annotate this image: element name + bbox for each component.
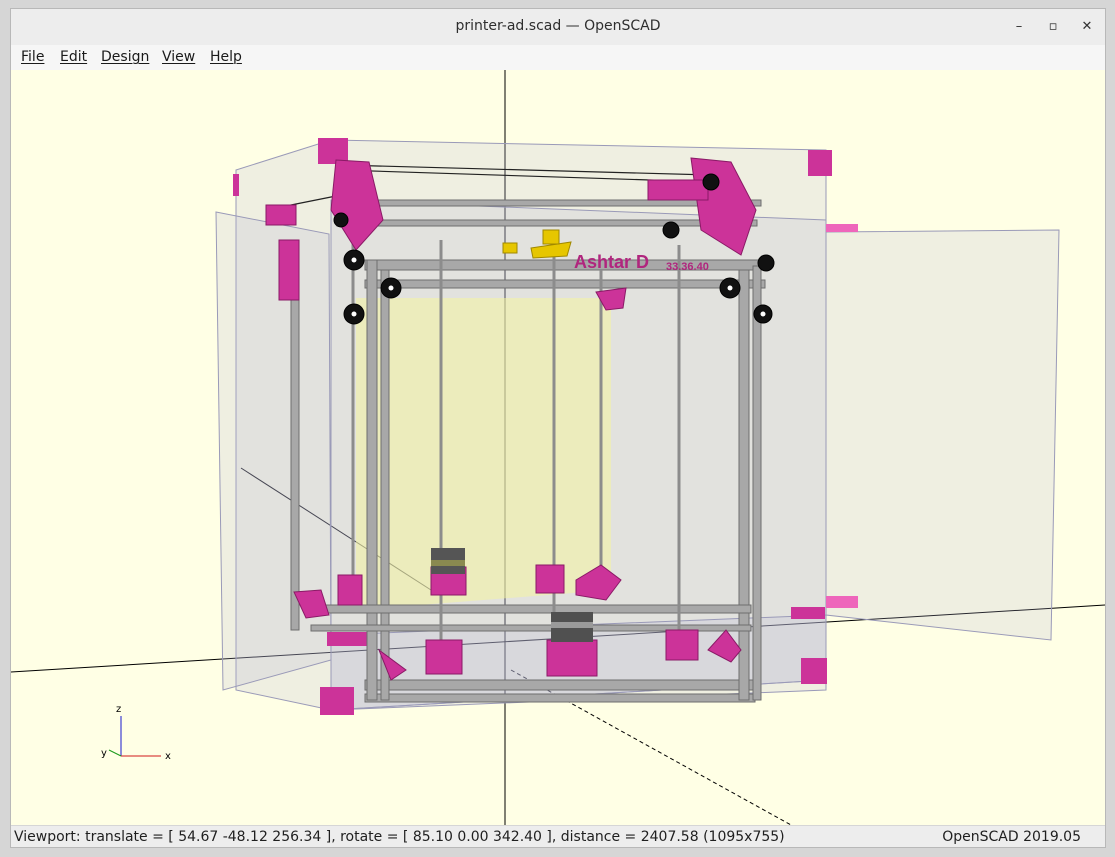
axis-label-z: z	[116, 704, 121, 715]
status-bar: Viewport: translate = [ 54.67 -48.12 256…	[11, 825, 1105, 847]
menu-help[interactable]: Help	[210, 49, 242, 65]
menu-design[interactable]: Design	[101, 49, 149, 65]
title-bar[interactable]: printer-ad.scad — OpenSCAD – ▫ ✕	[11, 9, 1105, 46]
model-render: Ashtar D 33.36.40 z x y	[11, 70, 1105, 825]
window-title: printer-ad.scad — OpenSCAD	[455, 18, 661, 34]
maximize-button[interactable]: ▫	[1042, 17, 1064, 37]
back-panel	[356, 298, 611, 610]
3d-viewport[interactable]: Ashtar D 33.36.40 z x y	[11, 70, 1105, 825]
version-label: OpenSCAD 2019.05	[942, 829, 1081, 845]
axis-label-y: y	[101, 748, 107, 759]
minimize-button[interactable]: –	[1008, 17, 1030, 37]
axis-label-x: x	[165, 751, 171, 762]
axis-gizmo: z x y	[101, 704, 171, 762]
viewport-info: Viewport: translate = [ 54.67 -48.12 256…	[14, 829, 785, 845]
close-button[interactable]: ✕	[1076, 17, 1098, 37]
model-sublabel: 33.36.40	[666, 261, 709, 273]
model-label: Ashtar D	[574, 252, 649, 272]
menu-edit[interactable]: Edit	[60, 49, 87, 65]
menu-bar: File Edit Design View Help	[11, 45, 1105, 71]
menu-view[interactable]: View	[162, 49, 195, 65]
menu-file[interactable]: File	[21, 49, 44, 65]
openscad-window: printer-ad.scad — OpenSCAD – ▫ ✕ File Ed…	[10, 8, 1106, 848]
